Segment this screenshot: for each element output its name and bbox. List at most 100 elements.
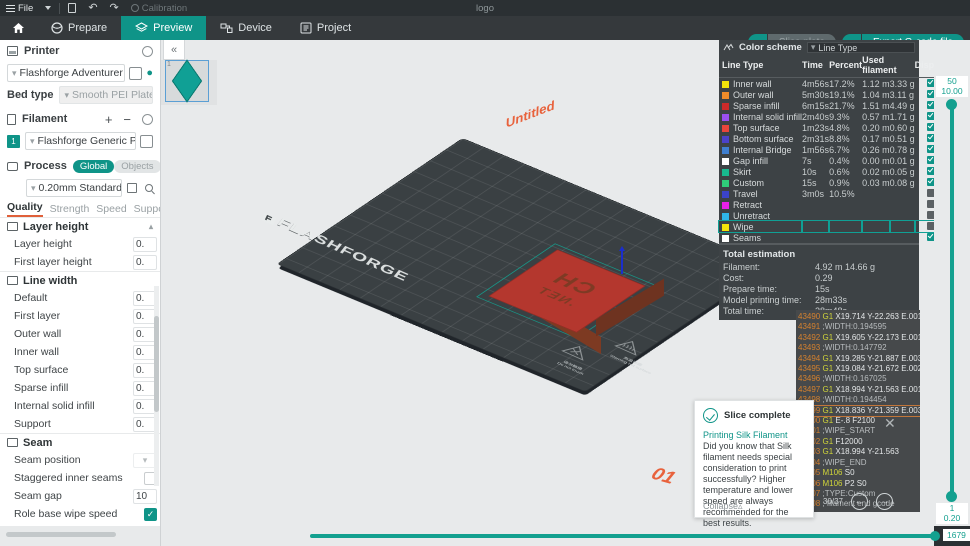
line-type-row[interactable]: Seams	[719, 232, 947, 243]
printer-model-select[interactable]: ▾ Flashforge Adventurer 5M Pr...	[7, 64, 126, 82]
line-type-label: Custom	[733, 177, 765, 188]
gcode-viewer[interactable]: 43490 G1 X19.714 Y-22.263 E.0016243491 ;…	[796, 310, 920, 512]
close-icon[interactable]: ✕	[884, 415, 896, 432]
save-preset-icon[interactable]	[127, 183, 137, 193]
group-header-layer-height[interactable]: Layer height ▴	[0, 217, 160, 235]
setting-value-input[interactable]: 0.	[133, 236, 157, 252]
gcode-line[interactable]: 43496 ;WIDTH:0.167025	[798, 374, 920, 384]
new-project-button[interactable]	[62, 0, 82, 16]
layer-slider[interactable]: 50 10.00 1 0.20	[934, 40, 970, 526]
line-type-row[interactable]: Inner wall 4m56s 17.2% 1.12 m 3.33 g	[719, 78, 947, 90]
gcode-line[interactable]: 43502 G1 F12000	[798, 437, 920, 447]
tab-device-label: Device	[238, 22, 272, 34]
calibration-button[interactable]: Calibration	[125, 0, 193, 16]
filament-slot-badge[interactable]: 1	[7, 134, 20, 148]
bed-type-select[interactable]: ▾ Smooth PEI Plate / Hi...	[59, 86, 153, 104]
move-slider[interactable]: 1679	[161, 526, 970, 546]
gcode-line[interactable]: 43492 G1 X19.605 Y-22.173 E.00175	[798, 333, 920, 343]
remove-filament-button[interactable]: −	[123, 113, 131, 126]
file-menu[interactable]: File	[0, 0, 39, 16]
line-type-row[interactable]: Internal Bridge 1m56s 6.7% 0.26 m 0.78 g	[719, 144, 947, 155]
process-preset-select[interactable]: ▾ 0.20mm Standard @FL...	[26, 179, 122, 197]
tab-speed[interactable]: Speed	[96, 203, 126, 217]
sidebar-scrollbar-thumb[interactable]	[154, 316, 159, 412]
setting-value-input[interactable]: 10	[133, 488, 157, 504]
sliced-model[interactable]: CH .NET	[476, 235, 671, 365]
notification-collapse-button[interactable]: Collapse▵	[703, 501, 743, 512]
line-type-row[interactable]: Custom 15s 0.9% 0.03 m 0.08 g	[719, 177, 947, 188]
tab-project[interactable]: Project	[286, 16, 365, 40]
filament-icon	[7, 113, 16, 125]
app-logo-label: logo	[476, 2, 494, 14]
gcode-line[interactable]: 43497 G1 X18.994 Y-21.563 E.00143	[798, 385, 920, 395]
redo-button[interactable]: ↷	[104, 0, 125, 16]
line-type-row[interactable]: Gap infill 7s 0.4% 0.00 m 0.01 g	[719, 155, 947, 166]
edit-filament-icon[interactable]	[140, 134, 153, 148]
slice-complete-notification[interactable]: Slice complete Printing Silk Filament Di…	[694, 400, 814, 528]
gcode-line[interactable]: 43504 ;WIPE_END	[798, 458, 920, 468]
filament-select[interactable]: ▾ Flashforge Generic PLA	[25, 132, 136, 150]
line-type-label: Seams	[733, 232, 762, 243]
line-type-row[interactable]: Unretract	[719, 210, 947, 221]
line-type-row[interactable]: Bottom surface 2m31s 8.8% 0.17 m 0.51 g	[719, 133, 947, 144]
printer-status-icon: ●	[146, 67, 153, 79]
gcode-line[interactable]: 43499 G1 X18.836 Y-21.359 E.00318	[797, 404, 920, 418]
undo-button[interactable]: ↶	[82, 0, 103, 16]
gcode-line[interactable]: 43500 G1 E-.8 F2100	[798, 416, 920, 426]
gcode-line[interactable]: 43495 G1 X19.084 Y-21.672 E.00252	[798, 364, 920, 374]
gcode-line[interactable]: 43505 M106 S0	[798, 468, 920, 478]
process-scope-global[interactable]: Global	[72, 159, 115, 173]
gcode-line[interactable]: 43493 ;WIDTH:0.147792	[798, 343, 920, 353]
gcode-line[interactable]: 43506 M106 P2 S0	[798, 479, 920, 489]
line-type-row[interactable]: Skirt 10s 0.6% 0.02 m 0.05 g	[719, 166, 947, 177]
tab-support[interactable]: Support	[134, 203, 160, 217]
gcode-line[interactable]: 43491 ;WIDTH:0.194595	[798, 322, 920, 332]
process-scope-toggle[interactable]: Global Objects	[72, 159, 160, 173]
tab-home[interactable]	[0, 16, 37, 40]
edit-printer-icon[interactable]	[129, 66, 143, 80]
line-type-row[interactable]: Top surface 1m23s 4.8% 0.20 m 0.60 g	[719, 122, 947, 133]
line-type-row[interactable]: Wipe	[717, 220, 948, 233]
line-type-row[interactable]: Outer wall 5m30s 19.1% 1.04 m 3.11 g	[719, 89, 947, 100]
tab-strength[interactable]: Strength	[50, 203, 90, 217]
sidebar-collapse-toggle[interactable]: «	[163, 40, 185, 60]
move-slider-track[interactable]	[310, 534, 935, 538]
sidebar-horizontal-scrollbar[interactable]	[6, 532, 116, 537]
layer-slider-track[interactable]	[950, 102, 954, 497]
color-scheme-select[interactable]: ▾ Line Type	[806, 42, 915, 53]
gcode-prev-button[interactable]: ←	[851, 492, 869, 510]
layer-slider-bottom-handle[interactable]	[946, 491, 957, 502]
group-header-line-width[interactable]: Line width	[0, 271, 160, 289]
gcode-line[interactable]: 43490 G1 X19.714 Y-22.263 E.00162	[798, 312, 920, 322]
gcode-line[interactable]: 43503 G1 X18.994 Y-21.563	[798, 447, 920, 457]
search-icon[interactable]	[145, 184, 153, 192]
total-estimation-rows: Filament: 4.92 m 14.66 g Cost: 0.29 Prepare …	[719, 262, 919, 317]
tab-preview[interactable]: Preview	[121, 16, 207, 40]
tab-device[interactable]: Device	[206, 16, 286, 40]
move-slider-label: 1679	[943, 529, 970, 541]
move-slider-handle[interactable]	[930, 531, 940, 541]
line-type-row[interactable]: Travel 3m0s 10.5%	[719, 188, 947, 199]
chevron-up-icon: ▵	[738, 501, 743, 511]
add-filament-button[interactable]: +	[105, 113, 113, 126]
process-scope-objects[interactable]: Objects	[114, 159, 160, 173]
setting-value-input[interactable]: 0.	[133, 254, 157, 270]
layer-slider-top-handle[interactable]	[946, 99, 957, 110]
sidebar-scrollbar[interactable]	[154, 286, 159, 486]
setting-value-checkbox[interactable]: ✓	[144, 507, 157, 521]
gcode-line[interactable]: 43498 ;WIDTH:0.194454	[798, 395, 920, 405]
gcode-line[interactable]: 43501 ;WIPE_START	[798, 426, 920, 436]
plate-thumbnail-1[interactable]	[165, 59, 209, 103]
gear-icon[interactable]	[142, 113, 153, 125]
line-type-length: 1.12 m	[862, 78, 890, 89]
tab-quality[interactable]: Quality	[7, 201, 43, 217]
line-type-row[interactable]: Retract	[719, 199, 947, 210]
gcode-line[interactable]: 43494 G1 X19.285 Y-21.887 E.00367	[798, 354, 920, 364]
tab-prepare[interactable]: Prepare	[37, 16, 121, 40]
line-type-row[interactable]: Internal solid infill 2m40s 9.3% 0.57 m 1.71…	[719, 111, 947, 122]
gcode-next-button[interactable]: →	[876, 492, 894, 510]
menu-dropdown-button[interactable]	[39, 0, 57, 16]
group-header-seam[interactable]: Seam	[0, 433, 160, 451]
gear-icon[interactable]	[142, 45, 153, 57]
line-type-row[interactable]: Sparse infill 6m15s 21.7% 1.51 m 4.49 g	[719, 100, 947, 111]
